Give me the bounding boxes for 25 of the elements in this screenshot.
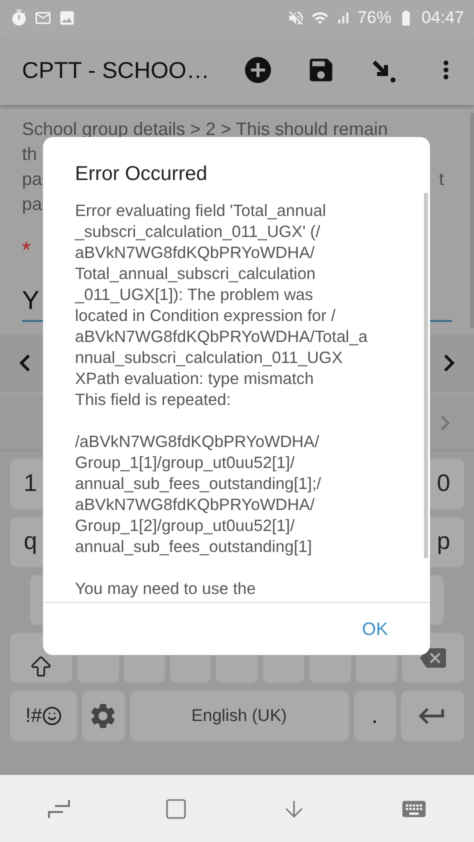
settings-key[interactable]	[82, 691, 125, 741]
description-text: pa	[22, 193, 42, 216]
breadcrumb: School group details > 2 > This should remain	[22, 118, 388, 141]
description-text: th	[22, 143, 38, 166]
add-icon[interactable]	[244, 56, 272, 84]
smiley-icon	[42, 706, 62, 726]
required-mark: *	[22, 237, 31, 263]
space-key[interactable]: English (UK)	[130, 691, 349, 741]
battery-percent: 76%	[357, 8, 392, 28]
enter-key[interactable]	[400, 691, 464, 741]
symbols-key[interactable]: !#	[10, 691, 78, 741]
home-icon[interactable]	[164, 796, 188, 820]
mute-icon	[287, 8, 306, 26]
ok-button[interactable]: OK	[358, 614, 392, 644]
timer-icon	[10, 8, 28, 26]
description-text: t	[438, 168, 444, 191]
error-message: You may need to use the	[75, 579, 256, 600]
dialog-title: Error Occurred	[74, 162, 208, 187]
error-message: /aBVkN7WG8fdKQbPRYoWDHA/ Group_1[1]/group_ut0uu52[1]/ annual_sub_fees_outstanding[1];/ aBVkN7WG8fdKQbPRYoWDHA/ Group_1[2]/group_ut0uu52[1]/ annual_sub_fees_outstanding[1]	[75, 432, 322, 558]
image-icon	[58, 8, 76, 26]
clock-time: 04:47	[421, 8, 464, 28]
app-title: CPTT - SCHOO…	[22, 56, 210, 84]
period-key[interactable]: .	[354, 691, 396, 741]
error-message: Error evaluating field 'Total_annual _subscri_calculation_011_UGX' (/ aBVkN7WG8fdKQbPRYoWDHA/ Total_annual_subscri_calculation _011_UGX[1]): The problem was located in Condition expression for / aBVkN7WG8fdKQbPRYoWDHA/Total_a nnual_subscri_calculation_011_UGX XPath evaluation: type mismatch This field is repeated:	[75, 201, 368, 411]
description-text: pa	[22, 168, 42, 191]
